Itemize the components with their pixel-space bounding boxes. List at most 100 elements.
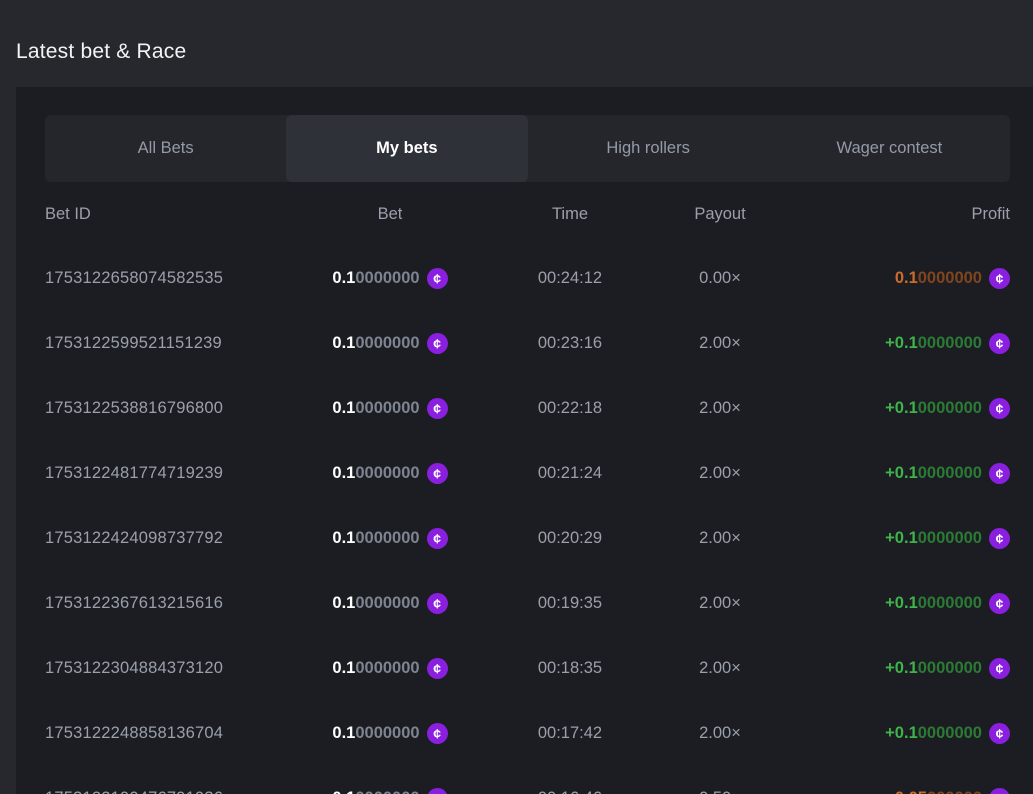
table-row[interactable]: 1753122367613215616 0.10000000 ¢ 00:19:3… bbox=[45, 571, 1010, 636]
bet-time: 00:17:42 bbox=[455, 724, 685, 743]
table-row[interactable]: 1753122190476791936 0.10000000 ¢ 00:16:4… bbox=[45, 766, 1010, 794]
bet-amount-value: 0.10000000 bbox=[332, 594, 419, 613]
bet-id: 1753122658074582535 bbox=[45, 269, 325, 288]
bet-profit: +0.10000000 ¢ bbox=[755, 528, 1010, 549]
profit-value: +0.10000000 bbox=[885, 464, 982, 483]
bet-amount: 0.10000000 ¢ bbox=[325, 333, 455, 354]
cent-glyph: ¢ bbox=[996, 596, 1004, 610]
cent-glyph: ¢ bbox=[433, 271, 441, 285]
bet-amount-trailing-zeros: 0000000 bbox=[355, 529, 419, 547]
bet-amount-significant: 0.1 bbox=[332, 464, 355, 482]
profit-value: +0.10000000 bbox=[885, 659, 982, 678]
bet-id: 1753122367613215616 bbox=[45, 594, 325, 613]
profit-value: +0.10000000 bbox=[885, 724, 982, 743]
cent-glyph: ¢ bbox=[433, 596, 441, 610]
bet-payout: 2.00× bbox=[685, 594, 755, 613]
bet-time: 00:24:12 bbox=[455, 269, 685, 288]
bet-amount: 0.10000000 ¢ bbox=[325, 788, 455, 794]
bet-profit: 0.05000000 ¢ bbox=[755, 788, 1010, 794]
table-body: 1753122658074582535 0.10000000 ¢ 00:24:1… bbox=[45, 246, 1010, 794]
header-bet-id: Bet ID bbox=[45, 205, 325, 224]
bet-id: 1753122481774719239 bbox=[45, 464, 325, 483]
cent-coin-icon: ¢ bbox=[989, 333, 1010, 354]
bet-payout: 2.00× bbox=[685, 529, 755, 548]
cent-coin-icon: ¢ bbox=[427, 788, 448, 794]
bet-amount-significant: 0.1 bbox=[332, 399, 355, 417]
bet-id: 1753122538816796800 bbox=[45, 399, 325, 418]
header-time: Time bbox=[455, 205, 685, 224]
bet-profit: +0.10000000 ¢ bbox=[755, 658, 1010, 679]
table-row[interactable]: 1753122481774719239 0.10000000 ¢ 00:21:2… bbox=[45, 441, 1010, 506]
cent-coin-icon: ¢ bbox=[427, 723, 448, 744]
bet-amount-significant: 0.1 bbox=[332, 529, 355, 547]
cent-coin-icon: ¢ bbox=[989, 723, 1010, 744]
bet-profit: +0.10000000 ¢ bbox=[755, 723, 1010, 744]
cent-glyph: ¢ bbox=[996, 726, 1004, 740]
cent-coin-icon: ¢ bbox=[427, 658, 448, 679]
profit-trailing-zeros: 0000000 bbox=[918, 464, 982, 482]
bet-payout: 0.50× bbox=[685, 789, 755, 794]
cent-glyph: ¢ bbox=[433, 336, 441, 350]
profit-significant: 0.1 bbox=[895, 269, 918, 287]
cent-coin-icon: ¢ bbox=[989, 593, 1010, 614]
table-header-row: Bet ID Bet Time Payout Profit bbox=[45, 182, 1010, 246]
bet-profit: +0.10000000 ¢ bbox=[755, 463, 1010, 484]
table-row[interactable]: 1753122599521151239 0.10000000 ¢ 00:23:1… bbox=[45, 311, 1010, 376]
table-row[interactable]: 1753122248858136704 0.10000000 ¢ 00:17:4… bbox=[45, 701, 1010, 766]
bet-time: 00:23:16 bbox=[455, 334, 685, 353]
bet-amount-value: 0.10000000 bbox=[332, 399, 419, 418]
bet-amount: 0.10000000 ¢ bbox=[325, 463, 455, 484]
cent-coin-icon: ¢ bbox=[427, 593, 448, 614]
tab-label: My bets bbox=[376, 139, 437, 158]
tab-high-rollers[interactable]: High rollers bbox=[528, 115, 769, 182]
table-row[interactable]: 1753122304884373120 0.10000000 ¢ 00:18:3… bbox=[45, 636, 1010, 701]
bet-amount-value: 0.10000000 bbox=[332, 529, 419, 548]
profit-trailing-zeros: 0000000 bbox=[918, 334, 982, 352]
profit-value: 0.05000000 bbox=[895, 789, 982, 794]
tab-all-bets[interactable]: All Bets bbox=[45, 115, 286, 182]
bet-amount: 0.10000000 ¢ bbox=[325, 658, 455, 679]
cent-coin-icon: ¢ bbox=[989, 463, 1010, 484]
bet-amount: 0.10000000 ¢ bbox=[325, 723, 455, 744]
table-row[interactable]: 1753122658074582535 0.10000000 ¢ 00:24:1… bbox=[45, 246, 1010, 311]
bet-id: 1753122304884373120 bbox=[45, 659, 325, 678]
bet-time: 00:22:18 bbox=[455, 399, 685, 418]
profit-significant: +0.1 bbox=[885, 594, 918, 612]
profit-value: +0.10000000 bbox=[885, 594, 982, 613]
bets-table: Bet ID Bet Time Payout Profit 1753122658… bbox=[45, 182, 1010, 794]
bet-id: 1753122599521151239 bbox=[45, 334, 325, 353]
tab-label: High rollers bbox=[606, 139, 689, 158]
bet-amount-significant: 0.1 bbox=[332, 659, 355, 677]
cent-glyph: ¢ bbox=[996, 336, 1004, 350]
profit-significant: +0.1 bbox=[885, 529, 918, 547]
bet-amount: 0.10000000 ¢ bbox=[325, 398, 455, 419]
page-title: Latest bet & Race bbox=[16, 38, 1033, 66]
bet-payout: 0.00× bbox=[685, 269, 755, 288]
bet-amount-value: 0.10000000 bbox=[332, 269, 419, 288]
bet-amount-value: 0.10000000 bbox=[332, 789, 419, 794]
bet-time: 00:18:35 bbox=[455, 659, 685, 678]
tab-my-bets[interactable]: My bets bbox=[286, 115, 527, 182]
cent-coin-icon: ¢ bbox=[427, 528, 448, 549]
bet-amount-significant: 0.1 bbox=[332, 789, 355, 794]
profit-significant: +0.1 bbox=[885, 334, 918, 352]
bets-tab-bar: All Bets My bets High rollers Wager cont… bbox=[45, 115, 1010, 182]
bet-amount: 0.10000000 ¢ bbox=[325, 593, 455, 614]
profit-trailing-zeros: 0000000 bbox=[918, 659, 982, 677]
tab-label: All Bets bbox=[138, 139, 194, 158]
bet-id: 1753122190476791936 bbox=[45, 789, 325, 794]
table-row[interactable]: 1753122538816796800 0.10000000 ¢ 00:22:1… bbox=[45, 376, 1010, 441]
bet-amount-value: 0.10000000 bbox=[332, 334, 419, 353]
profit-significant: +0.1 bbox=[885, 659, 918, 677]
bet-time: 00:21:24 bbox=[455, 464, 685, 483]
cent-glyph: ¢ bbox=[996, 466, 1004, 480]
tab-wager-contest[interactable]: Wager contest bbox=[769, 115, 1010, 182]
bet-profit: +0.10000000 ¢ bbox=[755, 593, 1010, 614]
bet-amount-trailing-zeros: 0000000 bbox=[355, 399, 419, 417]
bet-amount: 0.10000000 ¢ bbox=[325, 528, 455, 549]
bets-panel: All Bets My bets High rollers Wager cont… bbox=[16, 87, 1033, 794]
profit-significant: +0.1 bbox=[885, 464, 918, 482]
bet-amount-trailing-zeros: 0000000 bbox=[355, 594, 419, 612]
table-row[interactable]: 1753122424098737792 0.10000000 ¢ 00:20:2… bbox=[45, 506, 1010, 571]
cent-coin-icon: ¢ bbox=[989, 398, 1010, 419]
